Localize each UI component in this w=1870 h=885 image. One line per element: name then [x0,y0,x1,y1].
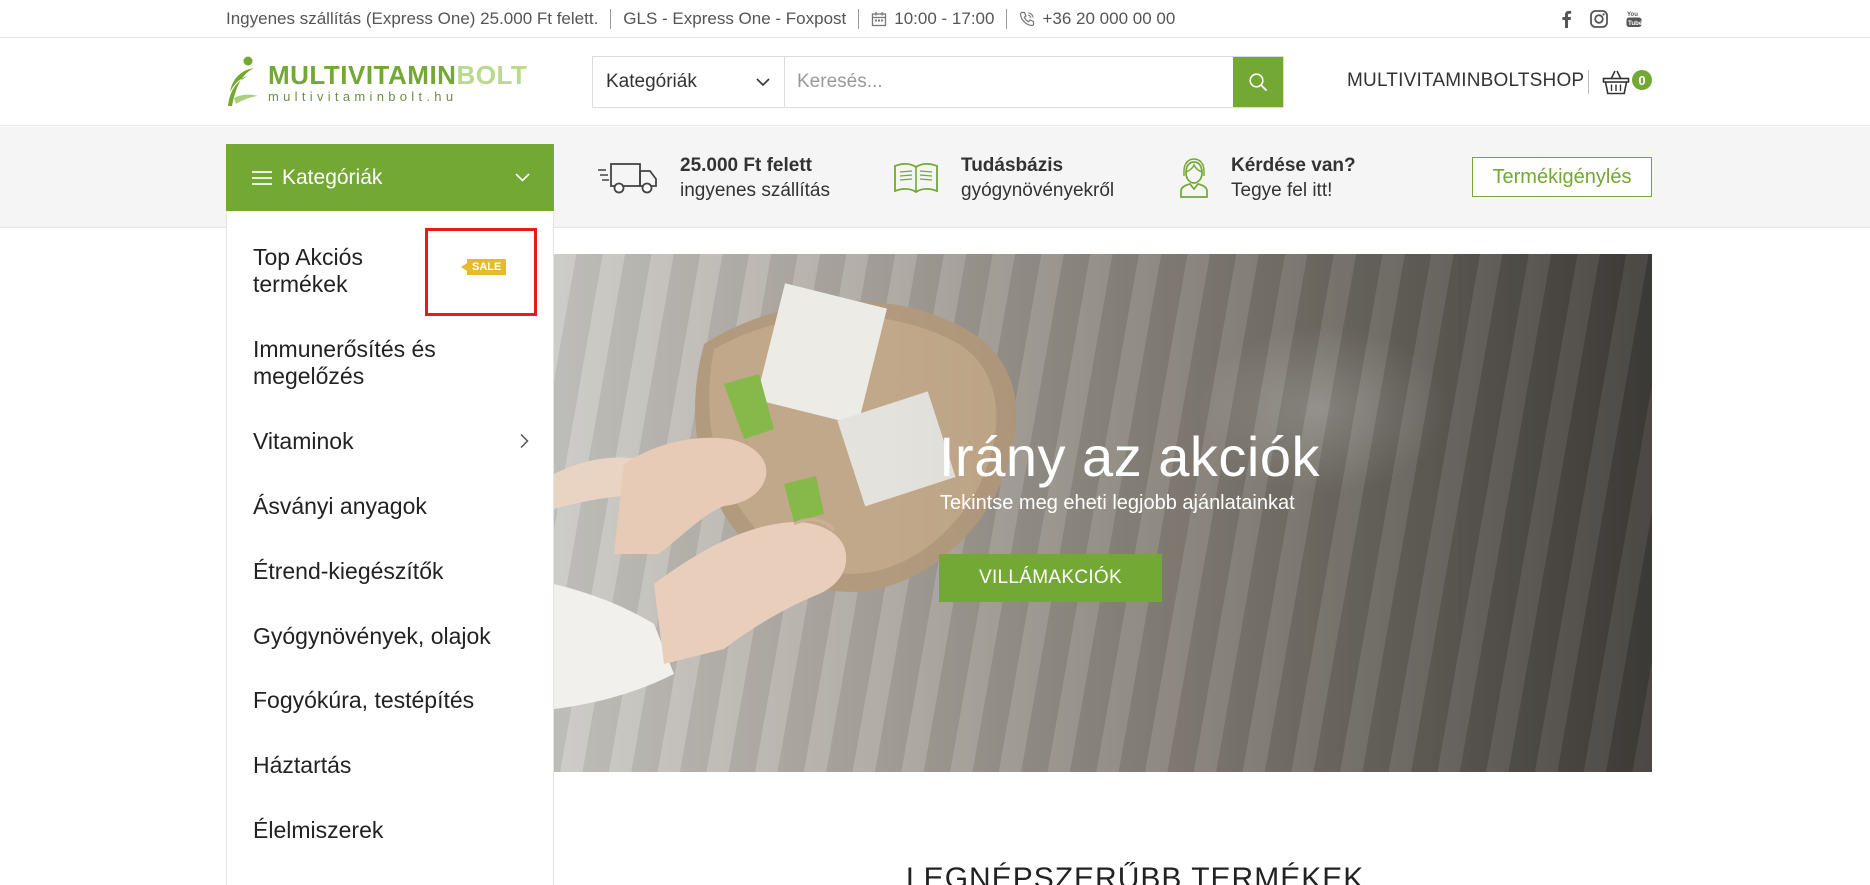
flash-sale-button[interactable]: VILLÁMAKCIÓK [939,554,1162,602]
categories-toggle-label: Kategóriák [282,165,383,189]
category-item-minerals[interactable]: Ásványi anyagok [253,492,543,520]
category-item-vitamins[interactable]: Vitaminok [253,427,543,455]
hours-text: 10:00 - 17:00 [894,9,995,28]
cart-button[interactable]: 0 [1602,67,1652,97]
category-item-food[interactable]: Élelmiszerek [253,816,543,844]
divider [858,9,860,29]
category-item-label: Vitaminok [253,427,354,454]
logo-main-part: MULTIVITAMIN [268,59,457,90]
hamburger-menu-icon [252,170,272,185]
divider [610,9,612,29]
feature-text: Tudásbázis gyógynövényekről [961,153,1114,203]
category-item-label: Gyógynövények, olajok [253,622,491,649]
hero-subtitle: Tekintse meg eheti legjobb ajánlatainkat [940,492,1295,514]
hero-banner[interactable]: Irány az akciók Tekintse meg eheti legjo… [554,254,1652,772]
section-title-popular-products: LEGNÉPSZERŰBB TERMÉKEK [906,862,1365,885]
search-button[interactable] [1233,57,1283,107]
category-item-supplements[interactable]: Étrend-kiegészítők [253,557,543,585]
cart-count-badge: 0 [1632,70,1652,90]
divider [1588,70,1589,94]
book-icon [894,162,938,194]
site-header: MULTIVITAMINBOLT multivitaminbolt.hu Kat… [0,38,1870,126]
feature-free-shipping[interactable]: 25.000 Ft felett ingyenes szállítás [598,153,830,203]
carriers-note: GLS - Express One - Foxpost [623,9,847,28]
phone-icon [1020,11,1035,27]
feature-subtitle: gyógynövényekről [961,180,1115,201]
feature-title: Tudásbázis [961,155,1064,176]
category-item-immune[interactable]: Immunerősítés és megelőzés [253,335,543,391]
category-item-label: Immunerősítés és megelőzés [253,336,436,389]
chevron-down-icon [756,77,770,86]
feature-subtitle: ingyenes szállítás [680,180,830,201]
category-item-herbs-oils[interactable]: Gyógynövények, olajok [253,622,543,650]
feature-text: Kérdése van? Tegye fel itt! [1231,153,1356,203]
feature-ask-question[interactable]: Kérdése van? Tegye fel itt! [1179,153,1356,203]
svg-text:You: You [1627,12,1638,18]
chevron-down-icon [515,173,530,182]
feature-knowledge-base[interactable]: Tudásbázis gyógynövényekről [893,153,1114,203]
chevron-right-icon [520,433,529,449]
search-icon [1249,73,1268,92]
truck-icon [598,163,657,194]
category-item-household[interactable]: Háztartás [253,751,543,779]
search-category-label: Kategóriák [606,71,697,92]
top-info-items: Ingyenes szállítás (Express One) 25.000 … [226,0,1175,38]
feature-title: Kérdése van? [1231,155,1356,176]
feature-subtitle: Tegye fel itt! [1231,180,1333,201]
phone-contact[interactable]: +36 20 000 00 00 [1019,9,1175,29]
logo-accent-part: BOLT [456,59,528,90]
logo-domain-text: multivitaminbolt.hu [268,88,458,104]
category-item-label: Top Akciós termékek [253,244,363,297]
search-category-select[interactable]: Kategóriák [593,57,785,107]
instagram-icon[interactable] [1590,10,1608,28]
youtube-icon[interactable]: You Tube [1626,10,1642,28]
feature-title: 25.000 Ft felett [680,155,812,176]
facebook-icon[interactable] [1560,10,1572,28]
divider [1006,9,1008,29]
leaf-figure-logo-icon [228,56,258,106]
feature-text: 25.000 Ft felett ingyenes szállítás [680,153,830,203]
category-item-label: Háztartás [253,751,352,778]
category-item-label: Élelmiszerek [253,816,384,843]
support-agent-icon [1180,158,1208,198]
calendar-icon [872,12,887,27]
category-item-diet-fitness[interactable]: Fogyókúra, testépítés [253,686,543,714]
category-item-label: Étrend-kiegészítők [253,557,444,584]
site-logo[interactable]: MULTIVITAMINBOLT multivitaminbolt.hu [226,56,527,108]
logo-wordmark: MULTIVITAMINBOLT multivitaminbolt.hu [268,62,527,103]
hero-title: Irány az akciók [939,425,1320,488]
category-item-label: Fogyókúra, testépítés [253,686,475,713]
basket-icon [1602,70,1630,95]
search-bar: Kategóriák [592,56,1284,108]
product-request-button[interactable]: Termékigénylés [1472,157,1652,197]
highlight-annotation-box [425,228,537,316]
categories-toggle-button[interactable]: Kategóriák [226,144,554,211]
opening-hours: 10:00 - 17:00 [871,9,994,29]
logo-main-text: MULTIVITAMINBOLT [268,62,527,88]
phone-text: +36 20 000 00 00 [1042,9,1176,28]
social-links: You Tube [1560,0,1642,38]
shop-link[interactable]: MULTIVITAMINBOLTSHOP [1347,70,1584,92]
top-info-bar: Ingyenes szállítás (Express One) 25.000 … [0,0,1870,38]
category-item-label: Ásványi anyagok [253,492,427,519]
shipping-note: Ingyenes szállítás (Express One) 25.000 … [226,9,599,28]
search-input[interactable] [785,57,1233,107]
svg-text:Tube: Tube [1628,20,1642,27]
